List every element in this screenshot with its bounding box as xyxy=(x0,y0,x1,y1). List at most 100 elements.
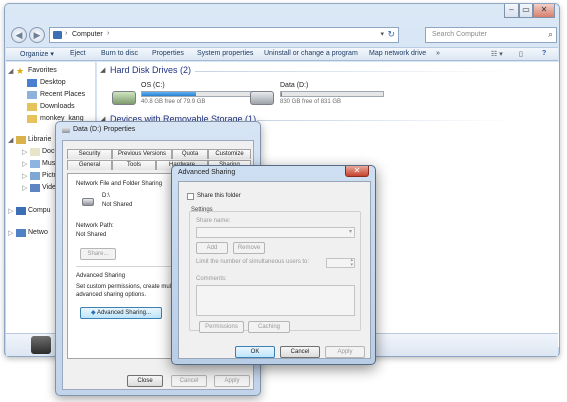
group-header-hdd[interactable]: Hard Disk Drives (2) xyxy=(110,65,191,75)
shield-icon: ◆ xyxy=(90,310,96,316)
drive-letter: D:\ xyxy=(102,193,110,199)
collapse-group-icon[interactable]: ◢ xyxy=(100,66,105,74)
close-icon[interactable]: ✕ xyxy=(345,166,369,177)
properties-button[interactable]: Properties xyxy=(152,50,184,57)
cancel-button[interactable]: Cancel xyxy=(171,375,207,387)
expand-arrow-icon[interactable]: ▷ xyxy=(8,207,13,215)
tab-tools[interactable]: Tools xyxy=(112,160,156,170)
expand-arrow-icon[interactable]: ◢ xyxy=(8,67,13,75)
drive-usage-fill xyxy=(281,92,283,96)
nav-downloads[interactable]: Downloads xyxy=(40,103,75,110)
group-divider xyxy=(257,120,515,121)
permissions-button[interactable]: Permissions xyxy=(199,321,244,333)
advanced-sharing-button-label: Advanced Sharing... xyxy=(96,310,151,316)
star-icon: ★ xyxy=(16,66,25,76)
data-drive-icon[interactable] xyxy=(250,91,274,105)
recent-places-icon xyxy=(27,91,37,99)
burn-button[interactable]: Burn to disc xyxy=(101,50,138,57)
maximize-button[interactable]: ▭ xyxy=(519,4,533,18)
caching-button[interactable]: Caching xyxy=(248,321,290,333)
apply-button[interactable]: Apply xyxy=(325,346,365,358)
expand-arrow-icon[interactable]: ▷ xyxy=(22,184,27,192)
breadcrumb[interactable]: Computer xyxy=(72,31,103,38)
drive-name[interactable]: Data (D:) xyxy=(280,82,308,89)
expand-arrow-icon[interactable]: ▷ xyxy=(22,148,27,156)
network-icon xyxy=(16,229,26,237)
videos-icon xyxy=(30,184,40,192)
organize-button[interactable]: Organize ▾ xyxy=(20,50,54,58)
breadcrumb-chevron-icon[interactable]: › xyxy=(107,30,109,37)
share-name-select[interactable]: ▾ xyxy=(196,227,355,238)
help-icon[interactable]: ? xyxy=(542,50,546,57)
uninstall-button[interactable]: Uninstall or change a program xyxy=(264,50,358,57)
drive-name[interactable]: OS (C:) xyxy=(141,82,165,89)
more-commands-button[interactable]: » xyxy=(436,50,440,57)
view-options-icon[interactable]: ☷ ▾ xyxy=(491,50,503,58)
computer-icon xyxy=(16,207,26,215)
libraries-icon xyxy=(16,136,26,144)
drive-usage-bar xyxy=(141,91,253,97)
downloads-icon xyxy=(27,103,37,111)
pictures-icon xyxy=(30,172,40,180)
share-button[interactable]: Share... xyxy=(80,248,116,260)
add-button[interactable]: Add xyxy=(196,242,228,254)
share-folder-label[interactable]: Share this folder xyxy=(197,193,241,199)
nav-computer[interactable]: Compu xyxy=(28,207,51,214)
drive-free-space: 40.8 GB free of 79.9 GB xyxy=(141,99,206,105)
cancel-button[interactable]: Cancel xyxy=(280,346,320,358)
spinner-arrows-icon[interactable]: ▴ ▾ xyxy=(350,258,353,268)
expand-arrow-icon[interactable]: ▷ xyxy=(22,160,27,168)
nav-favorites[interactable]: Favorites xyxy=(28,67,57,74)
minimize-button[interactable]: – xyxy=(504,4,519,18)
forward-button[interactable]: ▶ xyxy=(29,27,45,43)
ok-button[interactable]: OK xyxy=(235,346,275,358)
remove-button[interactable]: Remove xyxy=(233,242,265,254)
comments-textarea[interactable] xyxy=(196,285,355,316)
share-name-label: Share name: xyxy=(196,218,231,224)
expand-arrow-icon[interactable]: ◢ xyxy=(8,136,13,144)
search-placeholder: Search Computer xyxy=(432,31,487,38)
close-dialog-button[interactable]: Close xyxy=(127,375,163,387)
refresh-icon[interactable]: ↻ xyxy=(387,29,395,40)
tab-previous-versions[interactable]: Previous Versions xyxy=(112,149,172,159)
nav-network[interactable]: Netwo xyxy=(28,229,48,236)
documents-icon xyxy=(30,148,40,156)
tab-security[interactable]: Security xyxy=(67,149,112,159)
preview-pane-icon[interactable]: ▯ xyxy=(519,50,523,58)
tab-general[interactable]: General xyxy=(67,160,112,170)
share-state: Not Shared xyxy=(102,202,133,208)
desktop-icon xyxy=(27,79,37,87)
nav-desktop[interactable]: Desktop xyxy=(40,79,66,86)
nav-videos[interactable]: Vide xyxy=(42,184,56,191)
drive-usage-bar xyxy=(280,91,384,97)
os-drive-icon[interactable] xyxy=(112,91,136,105)
user-limit-spinner[interactable]: ▴ ▾ xyxy=(326,258,355,268)
map-network-drive-button[interactable]: Map network drive xyxy=(369,50,426,57)
network-path-value: Not Shared xyxy=(76,232,107,238)
network-path-label: Network Path: xyxy=(76,223,114,229)
advanced-sharing-button[interactable]: ◆ Advanced Sharing... xyxy=(80,307,162,319)
address-dropdown-icon[interactable]: ▾ xyxy=(380,30,384,38)
nav-libraries[interactable]: Librarie xyxy=(28,136,51,143)
computer-icon xyxy=(53,31,62,39)
share-folder-checkbox[interactable] xyxy=(187,193,194,200)
advanced-sharing-desc: Set custom permissions, create multiple xyxy=(76,284,183,290)
apply-button[interactable]: Apply xyxy=(214,375,250,387)
search-icon[interactable]: ⌕ xyxy=(548,29,553,40)
search-input[interactable]: Search Computer ⌕ xyxy=(425,27,557,43)
address-bar[interactable]: › Computer › ▾ ↻ xyxy=(49,27,399,43)
nav-recent-places[interactable]: Recent Places xyxy=(40,91,85,98)
drive-free-space: 830 GB free of 831 GB xyxy=(280,99,342,105)
tab-quota[interactable]: Quota xyxy=(172,149,208,159)
eject-button[interactable]: Eject xyxy=(70,50,86,57)
expand-arrow-icon[interactable]: ▷ xyxy=(22,172,27,180)
folder-icon xyxy=(27,115,37,123)
close-button[interactable]: ✕ xyxy=(533,4,555,18)
dialog-title: Advanced Sharing xyxy=(178,169,236,176)
system-properties-button[interactable]: System properties xyxy=(197,50,253,57)
tab-customize[interactable]: Customize xyxy=(208,149,251,159)
comments-label: Comments: xyxy=(196,276,227,282)
back-button[interactable]: ◀ xyxy=(11,27,27,43)
expand-arrow-icon[interactable]: ▷ xyxy=(8,229,13,237)
drive-icon xyxy=(82,198,94,206)
